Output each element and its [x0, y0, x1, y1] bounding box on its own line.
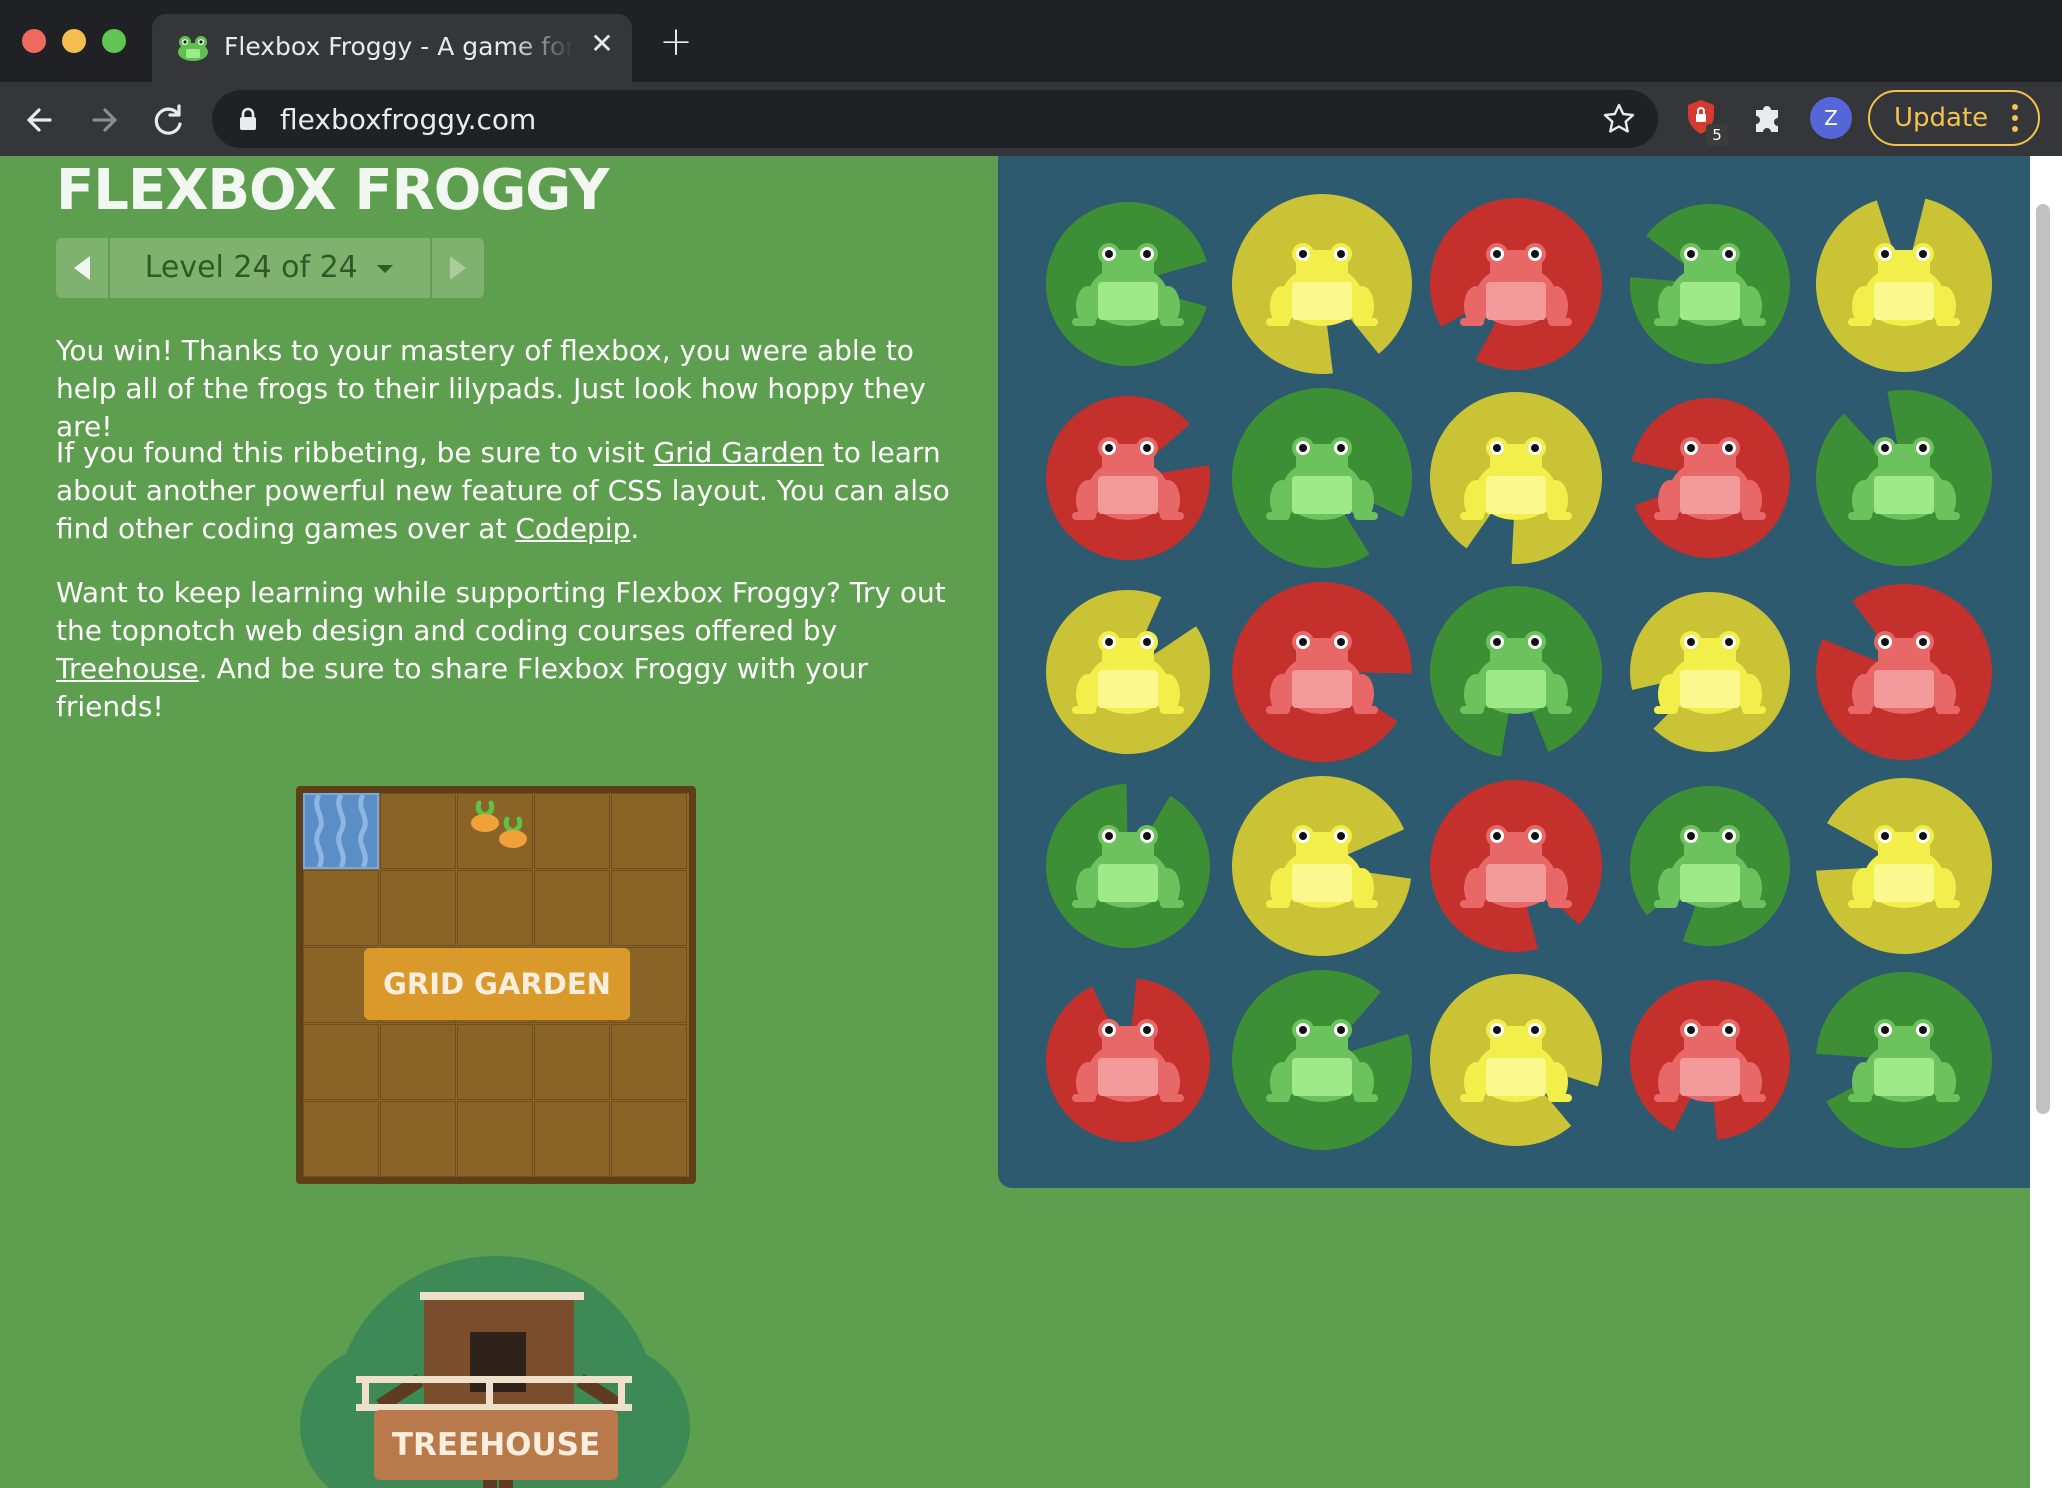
green-frog-icon	[1630, 203, 1790, 364]
red-frog-icon	[1630, 980, 1790, 1140]
yellow-frog-icon	[1630, 592, 1790, 752]
para2-text-c: .	[630, 512, 640, 545]
level-dropdown[interactable]: Level 24 of 24	[110, 238, 430, 298]
pond-board	[998, 156, 2030, 1188]
green-frog-icon	[1232, 970, 1412, 1151]
garden-cell	[380, 1101, 456, 1177]
reload-icon[interactable]	[146, 98, 190, 142]
treehouse-button[interactable]: TREEHOUSE	[374, 1410, 618, 1480]
grid-garden-button[interactable]: GRID GARDEN	[364, 948, 630, 1020]
extensions-puzzle-icon[interactable]	[1750, 100, 1784, 138]
green-frog-icon	[1046, 201, 1207, 366]
garden-cell	[534, 1024, 610, 1100]
garden-cell	[457, 1101, 533, 1177]
green-frog-icon	[1630, 786, 1790, 946]
lock-icon[interactable]	[238, 107, 258, 135]
address-bar[interactable]: flexboxfroggy.com	[212, 90, 1658, 148]
previous-level-button[interactable]	[56, 238, 108, 298]
page-title: FLEXBOX FROGGY	[56, 158, 610, 223]
red-frog-icon	[1045, 978, 1210, 1142]
grid-garden-link[interactable]: Grid Garden	[654, 436, 824, 469]
tab-title: Flexbox Froggy - A game for learning CSS…	[224, 32, 574, 61]
url-text[interactable]: flexboxfroggy.com	[280, 103, 536, 136]
tab-close-icon[interactable]: ✕	[584, 26, 620, 62]
red-frog-icon	[1232, 582, 1412, 763]
new-tab-button[interactable]: +	[656, 22, 696, 62]
next-level-button[interactable]	[432, 238, 484, 298]
yellow-frog-icon	[1430, 391, 1602, 564]
red-frog-icon	[1815, 584, 1992, 761]
garden-cell	[611, 1024, 687, 1100]
pond-canvas	[1045, 194, 1993, 1151]
para3-text-a: Want to keep learning while supporting F…	[56, 576, 946, 647]
update-button[interactable]: Update	[1868, 90, 2040, 146]
green-frog-icon	[1430, 586, 1602, 757]
garden-cell	[380, 870, 456, 946]
treehouse-message: Want to keep learning while supporting F…	[56, 574, 956, 726]
garden-cell	[303, 870, 379, 946]
treehouse-link[interactable]: Treehouse	[56, 652, 199, 685]
win-message: You win! Thanks to your mastery of flexb…	[56, 334, 926, 443]
update-label: Update	[1894, 103, 1989, 133]
green-frog-icon	[1816, 972, 1992, 1148]
codepip-link[interactable]: Codepip	[515, 512, 630, 545]
bookmark-star-icon[interactable]	[1602, 102, 1636, 140]
browser-tab[interactable]: Flexbox Froggy - A game for learning CSS…	[152, 14, 632, 82]
water-tile-icon	[303, 793, 379, 869]
garden-cell	[303, 1101, 379, 1177]
yellow-frog-icon	[1816, 198, 1993, 373]
yellow-frog-icon	[1232, 194, 1412, 374]
para2-text-a: If you found this ribbeting, be sure to …	[56, 436, 654, 469]
level-label: Level 24 of 24	[144, 250, 358, 285]
zoom-window-button[interactable]	[102, 29, 126, 53]
extension-badge: 5	[1706, 124, 1728, 146]
garden-cell	[611, 870, 687, 946]
level-navigation: Level 24 of 24	[56, 238, 484, 298]
yellow-frog-icon	[1046, 590, 1210, 754]
red-frog-icon	[1430, 780, 1602, 952]
minimize-window-button[interactable]	[62, 29, 86, 53]
green-frog-icon	[1232, 388, 1412, 568]
browser-tab-bar: Flexbox Froggy - A game for learning CSS…	[0, 0, 2062, 82]
scrollbar-thumb[interactable]	[2036, 204, 2050, 1114]
grid-garden-message: If you found this ribbeting, be sure to …	[56, 434, 956, 548]
garden-cell	[457, 870, 533, 946]
red-frog-icon	[1430, 198, 1602, 371]
garden-cell	[611, 1101, 687, 1177]
red-frog-icon	[1046, 396, 1210, 560]
forward-arrow-icon[interactable]	[82, 98, 126, 142]
dropdown-caret-icon	[377, 264, 394, 273]
garden-cell	[380, 793, 456, 869]
green-frog-icon	[1046, 784, 1211, 949]
yellow-frog-icon	[1232, 776, 1412, 957]
yellow-frog-icon	[1430, 974, 1602, 1146]
garden-cell	[380, 1024, 456, 1100]
page-content: FLEXBOX FROGGY Level 24 of 24 You win! T…	[0, 156, 2030, 1488]
back-arrow-icon[interactable]	[18, 98, 62, 142]
garden-cell	[611, 793, 687, 869]
red-frog-icon	[1631, 398, 1790, 559]
profile-avatar[interactable]: Z	[1810, 97, 1852, 139]
close-window-button[interactable]	[22, 29, 46, 53]
frog-favicon-icon	[176, 34, 210, 66]
green-frog-icon	[1816, 390, 1992, 566]
garden-cell	[303, 1024, 379, 1100]
garden-cell	[534, 870, 610, 946]
garden-cell	[534, 793, 610, 869]
carrot-icon	[471, 800, 527, 848]
garden-cell	[534, 1101, 610, 1177]
garden-cell	[457, 1024, 533, 1100]
yellow-frog-icon	[1816, 778, 1992, 955]
more-menu-icon[interactable]	[2012, 104, 2020, 137]
